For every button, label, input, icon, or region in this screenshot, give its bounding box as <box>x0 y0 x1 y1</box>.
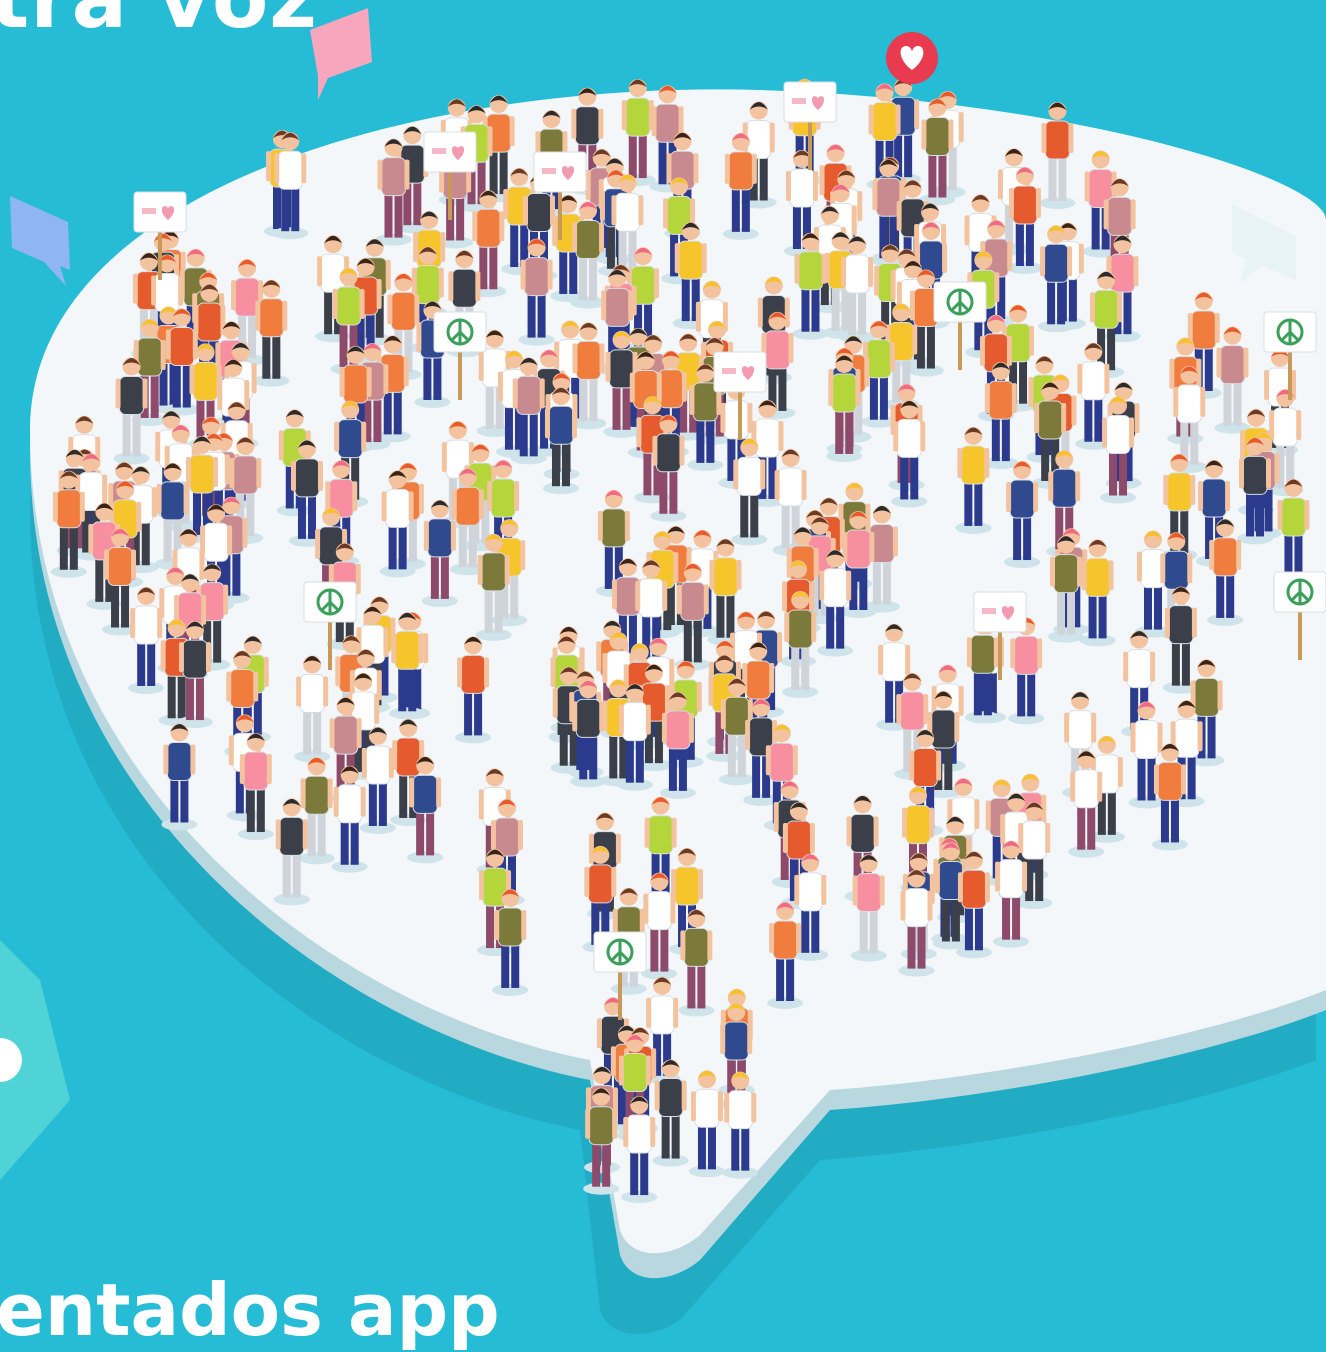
phone-icon-partial <box>0 940 70 1180</box>
chat-bubble-white-icon <box>1232 204 1296 282</box>
heart-notification-icon <box>886 32 938 84</box>
footer-text: entados app <box>0 1268 500 1352</box>
floating-icons <box>0 8 1296 1180</box>
chat-bubble-blue-icon <box>10 196 70 286</box>
chat-bubble-pink-icon <box>310 8 372 100</box>
